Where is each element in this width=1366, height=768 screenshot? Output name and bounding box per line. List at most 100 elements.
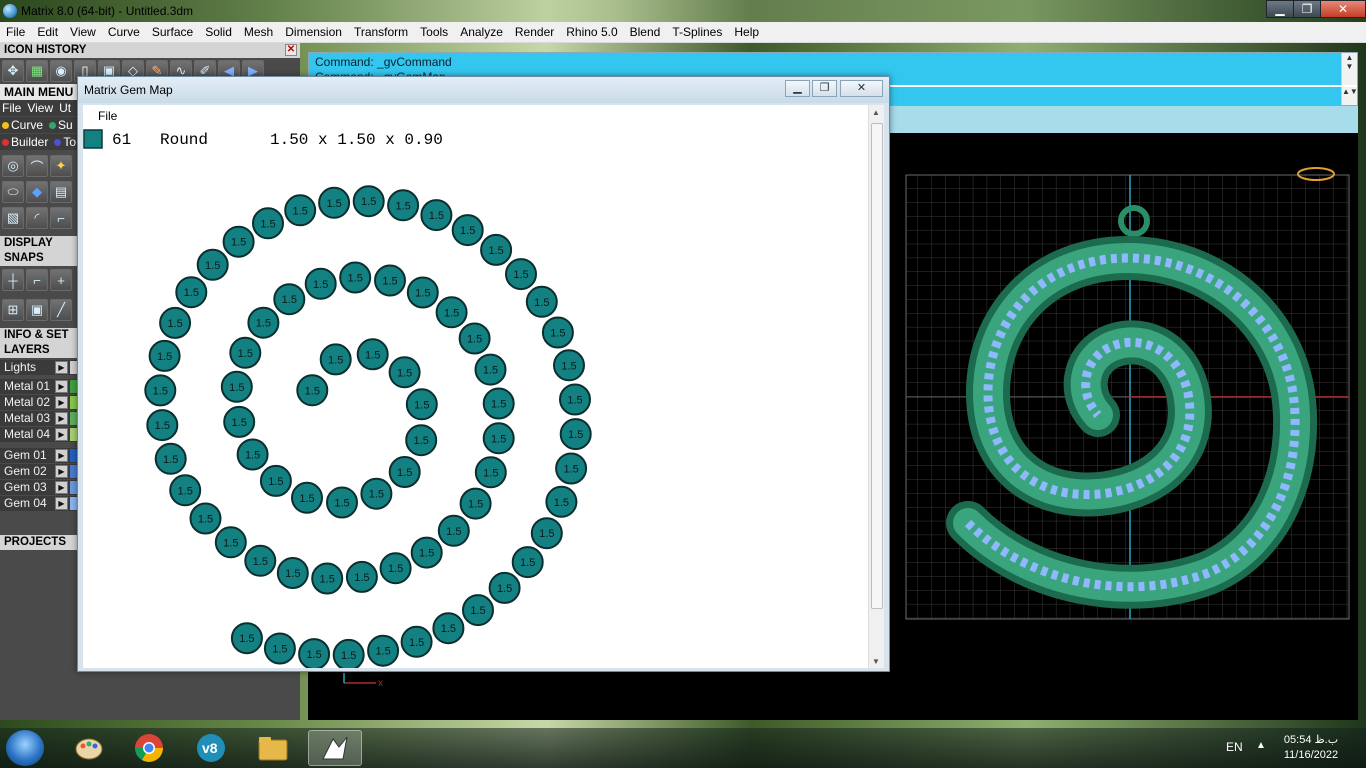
pave-icon[interactable]: ▤: [50, 181, 72, 203]
minimize-button[interactable]: ▁: [1266, 0, 1294, 18]
chrome-icon[interactable]: [122, 730, 176, 766]
paint-app-icon[interactable]: [62, 730, 116, 766]
expand-arrow-icon[interactable]: ▶: [55, 396, 68, 409]
gem-size-label: 1.5: [550, 328, 565, 340]
close-button[interactable]: ✕: [1320, 0, 1366, 18]
menu-curve[interactable]: Curve: [102, 22, 146, 43]
scroll-up-icon[interactable]: ▲: [872, 108, 880, 117]
gem-size-label: 1.5: [470, 605, 485, 617]
snap-near-icon[interactable]: ⌐: [26, 269, 48, 291]
submenu-file[interactable]: File: [2, 101, 21, 115]
gem-size-label: 1.5: [483, 365, 498, 377]
expand-arrow-icon[interactable]: ▶: [55, 449, 68, 462]
gem-size-label: 1.5: [223, 537, 238, 549]
gem-map-close-button[interactable]: ✕: [840, 80, 883, 97]
category-curve[interactable]: Curve: [2, 118, 43, 132]
command-history-scrollbar[interactable]: ▲ ▼: [1341, 53, 1357, 85]
diamond-icon[interactable]: ◆: [26, 181, 48, 203]
snap-point-icon[interactable]: +: [50, 269, 72, 291]
menu-view[interactable]: View: [64, 22, 102, 43]
expand-arrow-icon[interactable]: ▶: [55, 497, 68, 510]
camera-icon[interactable]: ◉: [50, 60, 72, 82]
icon-history-header[interactable]: ICON HISTORY ✕: [0, 43, 300, 58]
blocks-icon[interactable]: ▧: [2, 207, 24, 229]
gem-map-maximize-button[interactable]: ❐: [812, 80, 837, 97]
gem-size-label: 1.5: [354, 572, 369, 584]
matrix-taskbar-icon[interactable]: [308, 730, 362, 766]
menu-blend[interactable]: Blend: [624, 22, 667, 43]
menu-render[interactable]: Render: [509, 22, 560, 43]
gem-size-label: 1.5: [441, 623, 456, 635]
gem-size-label: 1.5: [375, 646, 390, 658]
menu-mesh[interactable]: Mesh: [238, 22, 279, 43]
expand-arrow-icon[interactable]: ▶: [55, 361, 68, 374]
category-tools[interactable]: To: [54, 135, 76, 149]
matrix-app-icon: [3, 4, 17, 18]
submenu-view[interactable]: View: [27, 101, 53, 115]
scrollbar-thumb[interactable]: [871, 123, 883, 609]
menu-help[interactable]: Help: [728, 22, 765, 43]
menu-surface[interactable]: Surface: [146, 22, 199, 43]
gem-size-label: 1.5: [409, 637, 424, 649]
expand-arrow-icon[interactable]: ▶: [55, 428, 68, 441]
category-surface[interactable]: Su: [49, 118, 73, 132]
maximize-button[interactable]: ❐: [1293, 0, 1321, 18]
category-builder[interactable]: Builder: [2, 135, 48, 149]
menu-transform[interactable]: Transform: [348, 22, 414, 43]
menu-edit[interactable]: Edit: [31, 22, 64, 43]
shank-icon[interactable]: ⌒: [26, 155, 48, 177]
gem-dimensions: 1.50 x 1.50 x 0.90: [270, 131, 443, 149]
gem-size-label: 1.5: [328, 354, 343, 366]
file-explorer-icon[interactable]: [246, 730, 300, 766]
gem-map-scrollbar[interactable]: ▲ ▼: [868, 105, 884, 668]
panel-close-icon[interactable]: ✕: [285, 44, 297, 56]
start-button[interactable]: [6, 730, 44, 766]
gem-map-title-bar[interactable]: Matrix Gem Map ▁ ❐ ✕: [78, 77, 889, 103]
snap-cube-icon[interactable]: ▣: [26, 299, 48, 321]
menu-tsplines[interactable]: T-Splines: [666, 22, 728, 43]
menu-dimension[interactable]: Dimension: [279, 22, 348, 43]
arc-icon[interactable]: ◜: [26, 207, 48, 229]
gem-size-label: 1.5: [285, 568, 300, 580]
language-indicator[interactable]: EN: [1226, 740, 1243, 754]
gem-size-label: 1.5: [153, 385, 168, 397]
gem-map-minimize-button[interactable]: ▁: [785, 80, 810, 97]
expand-arrow-icon[interactable]: ▶: [55, 380, 68, 393]
profile-icon[interactable]: ⌐: [50, 207, 72, 229]
menu-file[interactable]: File: [0, 22, 31, 43]
grid-tool-icon[interactable]: ▦: [26, 60, 48, 82]
expand-arrow-icon[interactable]: ▶: [55, 481, 68, 494]
menu-tools[interactable]: Tools: [414, 22, 454, 43]
menu-solid[interactable]: Solid: [199, 22, 238, 43]
expand-arrow-icon[interactable]: ▶: [55, 412, 68, 425]
app-title: Matrix 8.0 (64-bit) - Untitled.3dm: [21, 4, 194, 18]
gem-size-label: 1.5: [419, 548, 434, 560]
expand-arrow-icon[interactable]: ▶: [55, 465, 68, 478]
snap-end-icon[interactable]: ┼: [2, 269, 24, 291]
gem-size-label: 1.5: [460, 225, 475, 237]
gem-size-label: 1.5: [429, 210, 444, 222]
vray-app-icon[interactable]: v8: [184, 730, 238, 766]
gem-size-label: 1.5: [397, 467, 412, 479]
gem-size-label: 1.5: [446, 526, 461, 538]
move-tool-icon[interactable]: ✥: [2, 60, 24, 82]
gem-map-title: Matrix Gem Map: [84, 83, 173, 97]
snap-line-icon[interactable]: ╱: [50, 299, 72, 321]
bezel-icon[interactable]: ⬭: [2, 181, 24, 203]
tray-expand-icon[interactable]: ▲: [1256, 740, 1266, 751]
gem-size-label: 1.5: [239, 633, 254, 645]
snap-grid-icon[interactable]: ⊞: [2, 299, 24, 321]
system-clock[interactable]: 05:54 ب.ظ 11/16/2022: [1276, 733, 1346, 763]
gem-map-menu-file[interactable]: File: [98, 109, 117, 123]
ring-builder-icon[interactable]: ◎: [2, 155, 24, 177]
gem-size-label: 1.5: [563, 464, 578, 476]
surface-dot-icon: [49, 122, 57, 129]
menu-rhino[interactable]: Rhino 5.0: [560, 22, 623, 43]
menu-analyze[interactable]: Analyze: [454, 22, 509, 43]
setting-icon[interactable]: ✦: [50, 155, 72, 177]
scroll-down-icon[interactable]: ▼: [872, 657, 880, 666]
command-prompt-scrollbar[interactable]: ▲▼: [1341, 87, 1358, 105]
gem-shape: Round: [160, 131, 208, 149]
builder-toolbar-3: ▧ ◜ ⌐: [0, 207, 72, 229]
submenu-utilities[interactable]: Ut: [59, 101, 71, 115]
